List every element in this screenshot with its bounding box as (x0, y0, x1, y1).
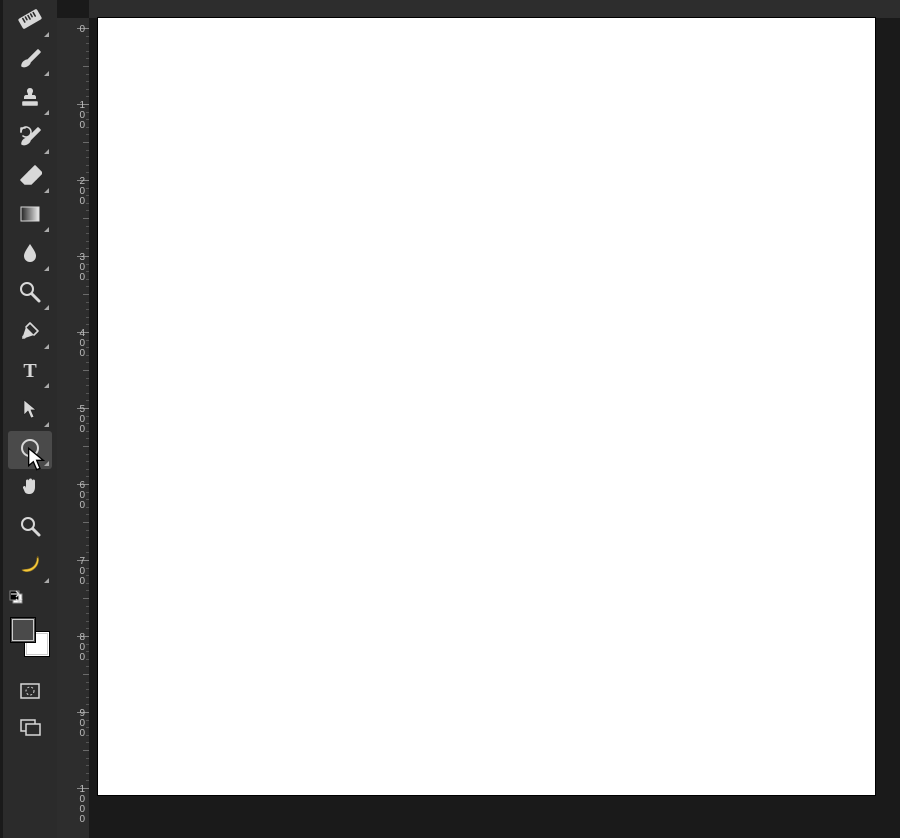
screen-mode[interactable] (8, 709, 52, 745)
ruler-label: 100 (79, 101, 85, 131)
expand-indicator-icon (44, 422, 49, 427)
toolbar: T (3, 0, 57, 838)
eraser-tool[interactable] (8, 158, 52, 196)
quick-mask[interactable] (8, 673, 52, 709)
ruler-label: 500 (79, 405, 85, 435)
path-select-tool[interactable] (8, 392, 52, 430)
banana-icon (18, 553, 42, 582)
ruler-label: 400 (79, 329, 85, 359)
hand-icon (18, 475, 42, 504)
shape-tool[interactable] (8, 431, 52, 469)
banana-tool[interactable] (8, 548, 52, 586)
ruler-label: 600 (79, 481, 85, 511)
workspace: 0 100 200 300 400 500 600 700 800 900 1000 (57, 0, 900, 838)
ruler-label: 700 (79, 557, 85, 587)
color-reset-swap (8, 589, 52, 613)
ruler-label: 300 (79, 253, 85, 283)
shape-icon (18, 436, 42, 465)
type-icon: T (18, 358, 42, 387)
brush-icon (18, 46, 42, 75)
svg-text:T: T (23, 360, 37, 382)
expand-indicator-icon (44, 344, 49, 349)
gradient-tool[interactable] (8, 197, 52, 235)
expand-indicator-icon (44, 227, 49, 232)
canvas-area[interactable] (89, 18, 900, 838)
expand-indicator-icon (44, 149, 49, 154)
drop-icon (18, 241, 42, 270)
horizontal-ruler[interactable] (89, 0, 900, 18)
history-brush-icon (18, 124, 42, 153)
hand-tool[interactable] (8, 470, 52, 508)
arrow-icon (18, 397, 42, 426)
expand-indicator-icon (44, 188, 49, 193)
expand-indicator-icon (44, 32, 49, 37)
clone-stamp-tool[interactable] (8, 80, 52, 118)
ruler-label: 200 (79, 177, 85, 207)
quick-mask-icon (18, 679, 42, 703)
ruler-label: 0 (79, 25, 85, 35)
expand-indicator-icon (44, 578, 49, 583)
type-tool[interactable]: T (8, 353, 52, 391)
gradient-icon (18, 202, 42, 231)
screen-mode-icon (18, 715, 42, 739)
dodge-icon (18, 280, 42, 309)
brush-tool[interactable] (8, 41, 52, 79)
pen-tool[interactable] (8, 314, 52, 352)
history-brush-tool[interactable] (8, 119, 52, 157)
ruler-label: 1000 (79, 785, 85, 825)
dodge-tool[interactable] (8, 275, 52, 313)
vertical-ruler[interactable]: 0 100 200 300 400 500 600 700 800 900 1000 (57, 18, 89, 838)
canvas[interactable] (98, 18, 875, 795)
ruler-label: 900 (79, 709, 85, 739)
expand-indicator-icon (44, 266, 49, 271)
expand-indicator-icon (44, 71, 49, 76)
expand-indicator-icon (44, 383, 49, 388)
ruler-label: 800 (79, 633, 85, 663)
zoom-tool[interactable] (8, 509, 52, 547)
eraser-icon (18, 163, 42, 192)
measure-tool[interactable] (8, 2, 52, 40)
zoom-icon (18, 514, 42, 543)
pen-icon (18, 319, 42, 348)
ruler-icon (18, 7, 42, 36)
stamp-icon (18, 85, 42, 114)
expand-indicator-icon (44, 305, 49, 310)
expand-indicator-icon (44, 110, 49, 115)
expand-indicator-icon (44, 461, 49, 466)
color-swatches (8, 615, 52, 659)
foreground-color-swatch[interactable] (10, 617, 36, 643)
blur-tool[interactable] (8, 236, 52, 274)
